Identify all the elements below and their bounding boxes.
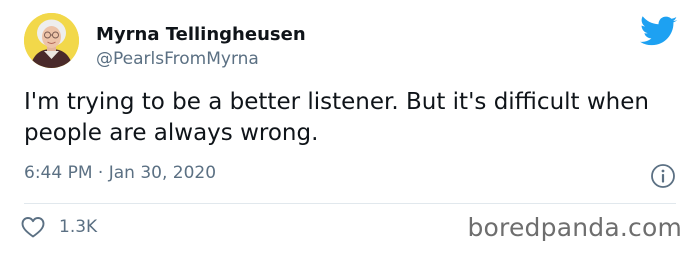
- watermark: boredpanda.com: [467, 213, 682, 242]
- twitter-bird-icon[interactable]: [640, 16, 678, 48]
- info-icon[interactable]: [650, 163, 676, 189]
- avatar-image: [24, 13, 79, 68]
- like-button[interactable]: 1.3K: [20, 212, 97, 242]
- tweet-text: I'm trying to be a better listener. But …: [24, 89, 649, 146]
- author-display-name[interactable]: Myrna Tellingheusen: [96, 24, 306, 45]
- divider: [24, 203, 676, 204]
- avatar[interactable]: [24, 13, 79, 68]
- tweet-card: Myrna Tellingheusen @PearlsFromMyrna I'm…: [0, 0, 700, 253]
- heart-icon: [21, 217, 45, 238]
- author-handle[interactable]: @PearlsFromMyrna: [96, 49, 259, 69]
- like-count: 1.3K: [59, 217, 98, 237]
- tweet-timestamp[interactable]: 6:44 PM · Jan 30, 2020: [24, 163, 216, 183]
